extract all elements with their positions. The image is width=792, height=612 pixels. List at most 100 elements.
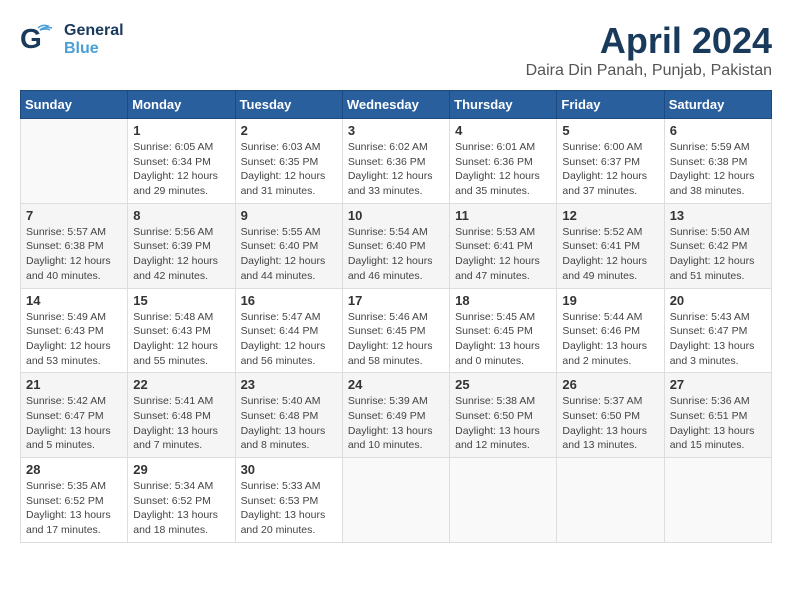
calendar-cell: 13 Sunrise: 5:50 AMSunset: 6:42 PMDayligh… bbox=[664, 203, 771, 288]
calendar-cell: 8 Sunrise: 5:56 AMSunset: 6:39 PMDaylight… bbox=[128, 203, 235, 288]
calendar-cell: 24 Sunrise: 5:39 AMSunset: 6:49 PMDayligh… bbox=[342, 373, 449, 458]
day-number: 17 bbox=[348, 293, 444, 308]
calendar-cell: 29 Sunrise: 5:34 AMSunset: 6:52 PMDayligh… bbox=[128, 458, 235, 543]
calendar-cell: 11 Sunrise: 5:53 AMSunset: 6:41 PMDayligh… bbox=[450, 203, 557, 288]
calendar-cell: 28 Sunrise: 5:35 AMSunset: 6:52 PMDayligh… bbox=[21, 458, 128, 543]
calendar-week-5: 28 Sunrise: 5:35 AMSunset: 6:52 PMDayligh… bbox=[21, 458, 772, 543]
calendar-cell bbox=[557, 458, 664, 543]
calendar-cell: 22 Sunrise: 5:41 AMSunset: 6:48 PMDayligh… bbox=[128, 373, 235, 458]
day-number: 25 bbox=[455, 377, 551, 392]
day-number: 21 bbox=[26, 377, 122, 392]
calendar-cell: 12 Sunrise: 5:52 AMSunset: 6:41 PMDayligh… bbox=[557, 203, 664, 288]
calendar-cell bbox=[664, 458, 771, 543]
day-info: Sunrise: 5:59 AMSunset: 6:38 PMDaylight:… bbox=[670, 140, 766, 199]
calendar-cell: 27 Sunrise: 5:36 AMSunset: 6:51 PMDayligh… bbox=[664, 373, 771, 458]
day-number: 20 bbox=[670, 293, 766, 308]
day-number: 19 bbox=[562, 293, 658, 308]
calendar-cell: 3 Sunrise: 6:02 AMSunset: 6:36 PMDaylight… bbox=[342, 119, 449, 204]
calendar-cell: 26 Sunrise: 5:37 AMSunset: 6:50 PMDayligh… bbox=[557, 373, 664, 458]
calendar-cell: 15Sunrise: 5:48 AMSunset: 6:43 PMDayligh… bbox=[128, 288, 235, 373]
day-number: 12 bbox=[562, 208, 658, 223]
day-number: 8 bbox=[133, 208, 229, 223]
day-info: Sunrise: 5:46 AMSunset: 6:45 PMDaylight:… bbox=[348, 310, 444, 369]
day-info: Sunrise: 5:50 AMSunset: 6:42 PMDaylight:… bbox=[670, 225, 766, 284]
day-number: 4 bbox=[455, 123, 551, 138]
calendar-cell bbox=[342, 458, 449, 543]
logo-blue-text: Blue bbox=[64, 40, 124, 58]
day-info: Sunrise: 5:37 AMSunset: 6:50 PMDaylight:… bbox=[562, 394, 658, 453]
day-info: Sunrise: 5:39 AMSunset: 6:49 PMDaylight:… bbox=[348, 394, 444, 453]
day-info: Sunrise: 5:54 AMSunset: 6:40 PMDaylight:… bbox=[348, 225, 444, 284]
calendar-cell: 5 Sunrise: 6:00 AMSunset: 6:37 PMDaylight… bbox=[557, 119, 664, 204]
day-info: Sunrise: 5:47 AMSunset: 6:44 PMDaylight:… bbox=[241, 310, 337, 369]
day-number: 14 bbox=[26, 293, 122, 308]
day-info: Sunrise: 5:56 AMSunset: 6:39 PMDaylight:… bbox=[133, 225, 229, 284]
day-number: 26 bbox=[562, 377, 658, 392]
day-info: Sunrise: 6:05 AMSunset: 6:34 PMDaylight:… bbox=[133, 140, 229, 199]
day-number: 3 bbox=[348, 123, 444, 138]
calendar-cell: 23Sunrise: 5:40 AMSunset: 6:48 PMDayligh… bbox=[235, 373, 342, 458]
header-friday: Friday bbox=[557, 91, 664, 119]
calendar-table: Sunday Monday Tuesday Wednesday Thursday… bbox=[20, 90, 772, 543]
day-info: Sunrise: 5:42 AMSunset: 6:47 PMDaylight:… bbox=[26, 394, 122, 453]
logo-icon: G bbox=[20, 20, 60, 60]
calendar-week-4: 21 Sunrise: 5:42 AMSunset: 6:47 PMDayligh… bbox=[21, 373, 772, 458]
day-number: 29 bbox=[133, 462, 229, 477]
calendar-cell: 30Sunrise: 5:33 AMSunset: 6:53 PMDayligh… bbox=[235, 458, 342, 543]
day-info: Sunrise: 5:48 AMSunset: 6:43 PMDaylight:… bbox=[133, 310, 229, 369]
day-info: Sunrise: 5:53 AMSunset: 6:41 PMDaylight:… bbox=[455, 225, 551, 284]
day-info: Sunrise: 5:34 AMSunset: 6:52 PMDaylight:… bbox=[133, 479, 229, 538]
calendar-cell: 21 Sunrise: 5:42 AMSunset: 6:47 PMDayligh… bbox=[21, 373, 128, 458]
page-subtitle: Daira Din Panah, Punjab, Pakistan bbox=[526, 62, 772, 80]
calendar-cell: 16Sunrise: 5:47 AMSunset: 6:44 PMDayligh… bbox=[235, 288, 342, 373]
day-info: Sunrise: 5:33 AMSunset: 6:53 PMDaylight:… bbox=[241, 479, 337, 538]
calendar-cell: 6Sunrise: 5:59 AMSunset: 6:38 PMDaylight… bbox=[664, 119, 771, 204]
day-number: 13 bbox=[670, 208, 766, 223]
calendar-cell: 2Sunrise: 6:03 AMSunset: 6:35 PMDaylight… bbox=[235, 119, 342, 204]
day-info: Sunrise: 6:01 AMSunset: 6:36 PMDaylight:… bbox=[455, 140, 551, 199]
calendar-cell bbox=[450, 458, 557, 543]
calendar-week-3: 14Sunrise: 5:49 AMSunset: 6:43 PMDayligh… bbox=[21, 288, 772, 373]
day-info: Sunrise: 5:40 AMSunset: 6:48 PMDaylight:… bbox=[241, 394, 337, 453]
day-info: Sunrise: 6:00 AMSunset: 6:37 PMDaylight:… bbox=[562, 140, 658, 199]
calendar-cell: 9Sunrise: 5:55 AMSunset: 6:40 PMDaylight… bbox=[235, 203, 342, 288]
day-number: 5 bbox=[562, 123, 658, 138]
calendar-cell: 4 Sunrise: 6:01 AMSunset: 6:36 PMDaylight… bbox=[450, 119, 557, 204]
calendar-week-2: 7Sunrise: 5:57 AMSunset: 6:38 PMDaylight… bbox=[21, 203, 772, 288]
calendar-cell: 10 Sunrise: 5:54 AMSunset: 6:40 PMDayligh… bbox=[342, 203, 449, 288]
day-number: 22 bbox=[133, 377, 229, 392]
calendar-cell bbox=[21, 119, 128, 204]
day-info: Sunrise: 5:55 AMSunset: 6:40 PMDaylight:… bbox=[241, 225, 337, 284]
day-info: Sunrise: 5:36 AMSunset: 6:51 PMDaylight:… bbox=[670, 394, 766, 453]
calendar-header: Sunday Monday Tuesday Wednesday Thursday… bbox=[21, 91, 772, 119]
day-number: 24 bbox=[348, 377, 444, 392]
day-number: 2 bbox=[241, 123, 337, 138]
day-info: Sunrise: 5:44 AMSunset: 6:46 PMDaylight:… bbox=[562, 310, 658, 369]
calendar-cell: 7Sunrise: 5:57 AMSunset: 6:38 PMDaylight… bbox=[21, 203, 128, 288]
page-header: G General Blue April 2024 Daira Din Pana… bbox=[20, 20, 772, 80]
day-number: 10 bbox=[348, 208, 444, 223]
day-number: 28 bbox=[26, 462, 122, 477]
title-area: April 2024 Daira Din Panah, Punjab, Paki… bbox=[526, 20, 772, 80]
header-sunday: Sunday bbox=[21, 91, 128, 119]
day-number: 27 bbox=[670, 377, 766, 392]
day-info: Sunrise: 5:38 AMSunset: 6:50 PMDaylight:… bbox=[455, 394, 551, 453]
day-info: Sunrise: 6:02 AMSunset: 6:36 PMDaylight:… bbox=[348, 140, 444, 199]
header-saturday: Saturday bbox=[664, 91, 771, 119]
calendar-cell: 25 Sunrise: 5:38 AMSunset: 6:50 PMDayligh… bbox=[450, 373, 557, 458]
day-info: Sunrise: 5:57 AMSunset: 6:38 PMDaylight:… bbox=[26, 225, 122, 284]
page-title: April 2024 bbox=[526, 20, 772, 62]
day-number: 1 bbox=[133, 123, 229, 138]
calendar-cell: 1 Sunrise: 6:05 AMSunset: 6:34 PMDaylight… bbox=[128, 119, 235, 204]
day-info: Sunrise: 5:43 AMSunset: 6:47 PMDaylight:… bbox=[670, 310, 766, 369]
day-info: Sunrise: 5:41 AMSunset: 6:48 PMDaylight:… bbox=[133, 394, 229, 453]
header-monday: Monday bbox=[128, 91, 235, 119]
calendar-cell: 14Sunrise: 5:49 AMSunset: 6:43 PMDayligh… bbox=[21, 288, 128, 373]
calendar-body: 1 Sunrise: 6:05 AMSunset: 6:34 PMDaylight… bbox=[21, 119, 772, 543]
header-row: Sunday Monday Tuesday Wednesday Thursday… bbox=[21, 91, 772, 119]
day-number: 11 bbox=[455, 208, 551, 223]
header-thursday: Thursday bbox=[450, 91, 557, 119]
day-info: Sunrise: 5:35 AMSunset: 6:52 PMDaylight:… bbox=[26, 479, 122, 538]
day-info: Sunrise: 5:52 AMSunset: 6:41 PMDaylight:… bbox=[562, 225, 658, 284]
logo-general-text: General bbox=[64, 22, 124, 40]
